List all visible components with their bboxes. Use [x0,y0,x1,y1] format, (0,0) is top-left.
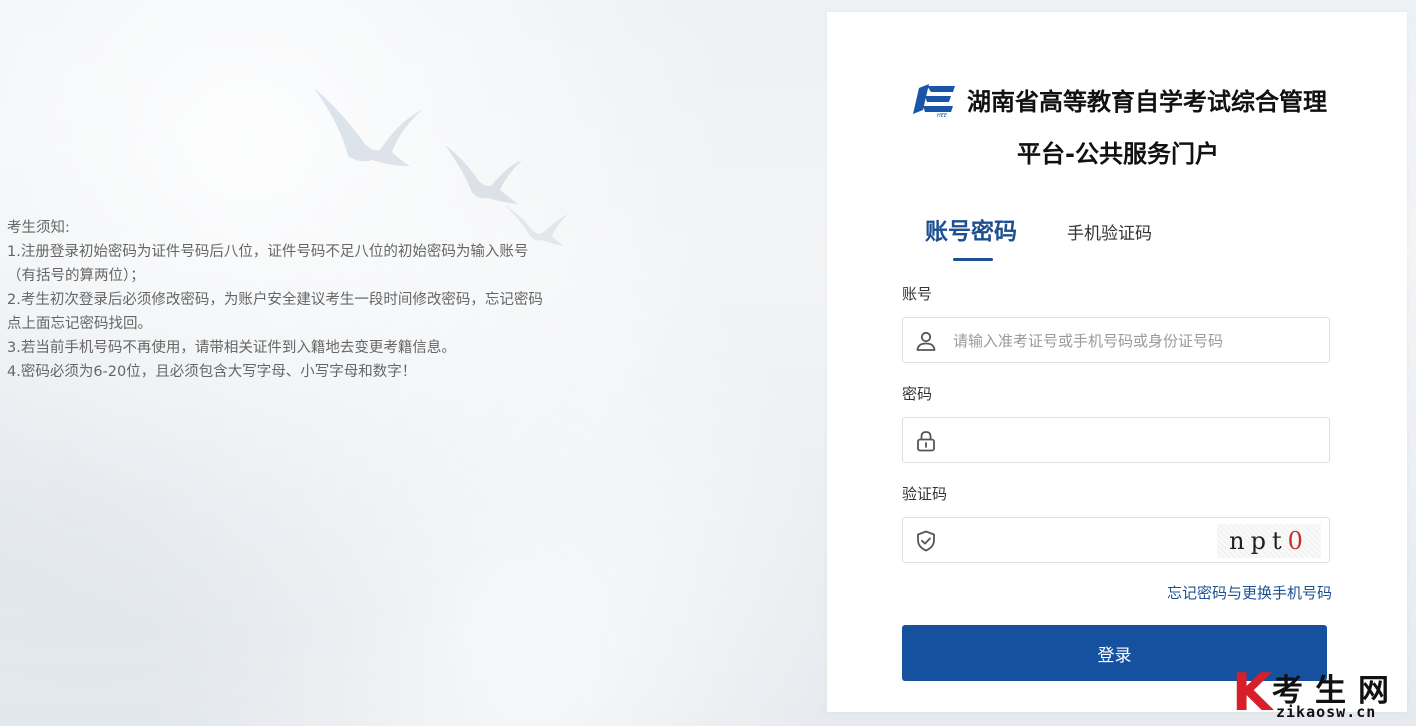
login-card: HEE 湖南省高等教育自学考试综合管理 平台-公共服务门户 账号密码 手机验证码… [827,12,1407,712]
tab-account-password[interactable]: 账号密码 [925,212,1017,261]
tab-phone-code[interactable]: 手机验证码 [1067,219,1152,246]
account-field [902,317,1330,364]
shield-check-icon [917,530,935,552]
captcha-text-last: 0 [1287,527,1309,555]
forgot-password-link[interactable]: 忘记密码与更换手机号码 [1167,582,1332,603]
login-tabs: 账号密码 手机验证码 [925,212,1152,261]
page: 考生须知: 1.注册登录初始密码为证件号码后八位，证件号码不足八位的初始密码为输… [0,0,1416,726]
notice-item: 2.考生初次登录后必须修改密码，为账户安全建议考生一段时间修改密码，忘记密码点上… [7,292,543,332]
svg-text:HEE: HEE [937,113,948,118]
captcha-field: npt 0 [902,517,1330,564]
page-title-line1: 湖南省高等教育自学考试综合管理 [967,88,1327,116]
notice-item: 3.若当前手机号码不再使用，请带相关证件到入籍地去变更考籍信息。 [7,340,456,356]
account-label: 账号 [902,285,933,303]
user-icon [916,331,936,351]
site-watermark: K 考生网 zikaosw.cn [1232,663,1412,723]
notice-item: 4.密码必须为6-20位，且必须包含大写字母、小写字母和数字！ [7,364,417,380]
captcha-image[interactable]: npt 0 [1217,524,1321,558]
hnee-logo-icon: HEE [913,84,955,118]
account-input[interactable] [951,318,1255,364]
page-title-line2: 平台-公共服务门户 [1017,140,1219,168]
password-field [902,417,1330,464]
notice-item: 1.注册登录初始密码为证件号码后八位，证件号码不足八位的初始密码为输入账号（有括… [7,244,529,284]
notice-panel: 考生须知: 1.注册登录初始密码为证件号码后八位，证件号码不足八位的初始密码为输… [7,216,555,384]
password-input[interactable] [951,418,1255,464]
watermark-url: zikaosw.cn [1276,703,1377,721]
captcha-text: npt [1229,527,1288,555]
watermark-logo-letter: K [1232,663,1273,723]
captcha-label: 验证码 [902,485,948,503]
password-label: 密码 [902,385,933,403]
captcha-input[interactable] [951,518,1205,564]
notice-heading: 考生须知: [7,220,70,236]
lock-icon [917,431,935,452]
